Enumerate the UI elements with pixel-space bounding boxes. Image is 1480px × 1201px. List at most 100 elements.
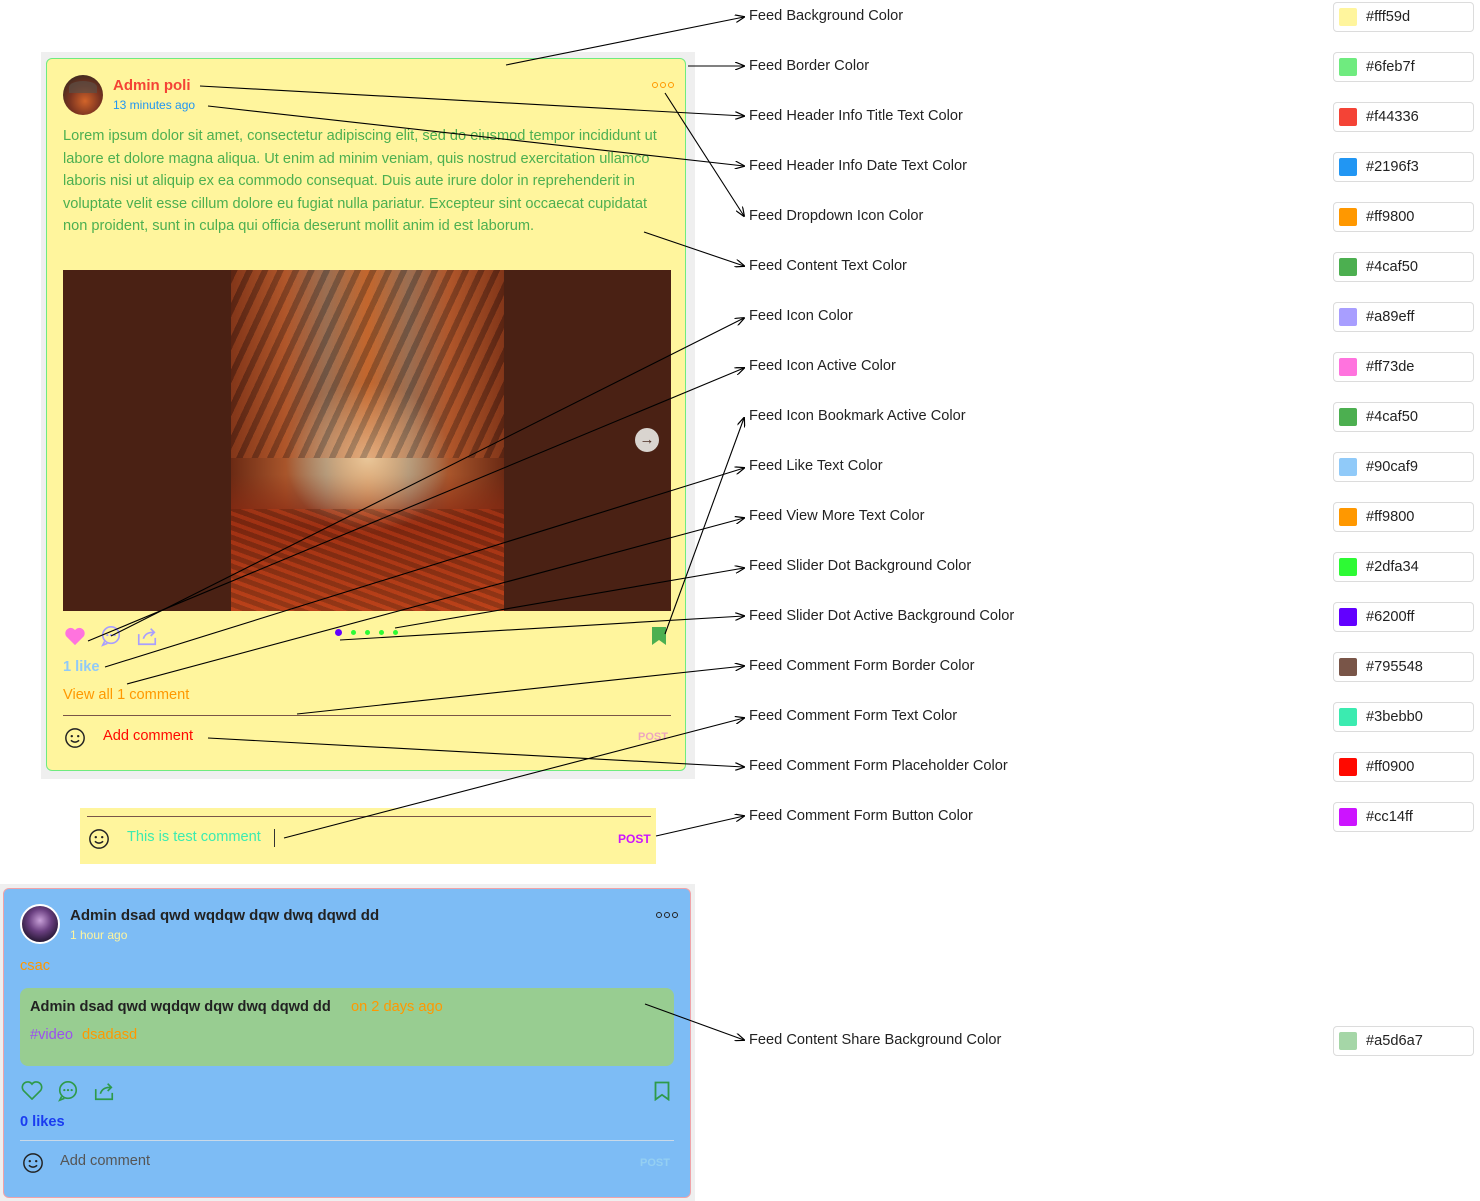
smile-icon[interactable] <box>22 1152 44 1174</box>
view-comments-link[interactable]: View all 1 comment <box>63 687 189 703</box>
avatar[interactable] <box>63 75 103 115</box>
color-swatch <box>1339 158 1357 176</box>
setting-label: Feed Icon Bookmark Active Color <box>749 408 966 424</box>
slider-dot[interactable] <box>351 630 356 635</box>
color-hex-value[interactable]: #3bebb0 <box>1366 709 1423 725</box>
shared-post-author[interactable]: Admin dsad qwd wqdqw dqw dwq dqwd dd <box>30 999 331 1015</box>
setting-label: Feed Comment Form Text Color <box>749 708 958 724</box>
like-count[interactable]: 1 like <box>63 659 100 675</box>
color-hex-value[interactable]: #795548 <box>1366 659 1423 675</box>
color-picker[interactable]: #6200ff <box>1333 602 1474 632</box>
color-picker[interactable]: #90caf9 <box>1333 452 1474 482</box>
smile-icon[interactable] <box>88 828 110 850</box>
feed-post-date: 1 hour ago <box>70 928 128 942</box>
slider-dot[interactable] <box>393 630 398 635</box>
color-hex-value[interactable]: #6200ff <box>1366 609 1414 625</box>
color-hex-value[interactable]: #2196f3 <box>1366 159 1419 175</box>
color-picker[interactable]: #795548 <box>1333 652 1474 682</box>
setting-label: Feed Content Text Color <box>749 258 907 274</box>
post-button[interactable]: POST <box>618 832 651 846</box>
heart-icon[interactable] <box>21 1080 43 1100</box>
color-hex-value[interactable]: #cc14ff <box>1366 809 1413 825</box>
feed-author-name[interactable]: Admin poli <box>113 77 191 94</box>
color-picker[interactable]: #2dfa34 <box>1333 552 1474 582</box>
setting-label: Feed Background Color <box>749 8 904 24</box>
setting-label: Feed Icon Color <box>749 308 853 324</box>
color-hex-value[interactable]: #ff9800 <box>1366 209 1414 225</box>
setting-label: Feed Border Color <box>749 58 870 74</box>
color-picker[interactable]: #3bebb0 <box>1333 702 1474 732</box>
comment-form-border <box>87 816 651 817</box>
color-picker[interactable]: #4caf50 <box>1333 252 1474 282</box>
feed-author-name[interactable]: Admin dsad qwd wqdqw dqw dwq dqwd dd <box>70 907 379 924</box>
color-picker[interactable]: #f44336 <box>1333 102 1474 132</box>
feed-image-slider[interactable] <box>63 270 671 611</box>
color-picker[interactable]: #6feb7f <box>1333 52 1474 82</box>
feed-image <box>231 270 504 611</box>
color-picker[interactable]: #ff9800 <box>1333 202 1474 232</box>
color-picker[interactable]: #a5d6a7 <box>1333 1026 1474 1056</box>
color-swatch <box>1339 1032 1357 1050</box>
color-picker[interactable]: #ff0900 <box>1333 752 1474 782</box>
setting-label: Feed Dropdown Icon Color <box>749 208 924 224</box>
heart-icon[interactable] <box>64 626 86 646</box>
bookmark-icon[interactable] <box>651 626 667 646</box>
color-swatch <box>1339 508 1357 526</box>
color-hex-value[interactable]: #ff73de <box>1366 359 1414 375</box>
slider-dot-active[interactable] <box>335 629 342 636</box>
comment-icon[interactable] <box>57 1080 79 1102</box>
color-picker[interactable]: #fff59d <box>1333 2 1474 32</box>
color-hex-value[interactable]: #2dfa34 <box>1366 559 1419 575</box>
color-swatch <box>1339 208 1357 226</box>
color-swatch <box>1339 708 1357 726</box>
setting-label: Feed Icon Active Color <box>749 358 896 374</box>
feed-content-text: csac <box>20 958 51 974</box>
color-picker[interactable]: #a89eff <box>1333 302 1474 332</box>
more-dots-icon[interactable] <box>656 912 678 918</box>
color-hex-value[interactable]: #4caf50 <box>1366 409 1418 425</box>
share-icon[interactable] <box>136 625 158 647</box>
post-button[interactable]: POST <box>640 1157 670 1169</box>
color-hex-value[interactable]: #ff0900 <box>1366 759 1414 775</box>
color-hex-value[interactable]: #fff59d <box>1366 9 1410 25</box>
slider-dot[interactable] <box>379 630 384 635</box>
slider-dot[interactable] <box>365 630 370 635</box>
shared-post-hashtag[interactable]: #video <box>30 1027 73 1043</box>
arrow-right-icon[interactable]: → <box>635 428 659 452</box>
avatar[interactable] <box>20 904 60 944</box>
color-swatch <box>1339 358 1357 376</box>
comment-input[interactable]: Add comment <box>103 728 193 744</box>
comment-form-border <box>20 1140 674 1141</box>
color-hex-value[interactable]: #a5d6a7 <box>1366 1033 1423 1049</box>
color-hex-value[interactable]: #6feb7f <box>1366 59 1415 75</box>
color-swatch <box>1339 108 1357 126</box>
comment-input[interactable]: Add comment <box>60 1153 150 1169</box>
color-swatch <box>1339 8 1357 26</box>
setting-label: Feed Like Text Color <box>749 458 883 474</box>
setting-label: Feed Slider Dot Active Background Color <box>749 608 1015 624</box>
color-hex-value[interactable]: #ff9800 <box>1366 509 1414 525</box>
shared-post-date: on 2 days ago <box>351 999 443 1015</box>
color-picker[interactable]: #cc14ff <box>1333 802 1474 832</box>
like-count[interactable]: 0 likes <box>20 1114 65 1130</box>
color-hex-value[interactable]: #f44336 <box>1366 109 1419 125</box>
color-picker[interactable]: #ff73de <box>1333 352 1474 382</box>
color-hex-value[interactable]: #90caf9 <box>1366 459 1418 475</box>
color-hex-value[interactable]: #a89eff <box>1366 309 1414 325</box>
bookmark-icon[interactable] <box>654 1081 670 1101</box>
feed-content-text: Lorem ipsum dolor sit amet, consectetur … <box>63 128 657 234</box>
color-picker[interactable]: #4caf50 <box>1333 402 1474 432</box>
setting-label: Feed View More Text Color <box>749 508 925 524</box>
more-dots-icon[interactable] <box>652 82 674 88</box>
color-picker[interactable]: #ff9800 <box>1333 502 1474 532</box>
comment-input[interactable]: This is test comment <box>127 829 261 845</box>
color-picker[interactable]: #2196f3 <box>1333 152 1474 182</box>
color-hex-value[interactable]: #4caf50 <box>1366 259 1418 275</box>
share-icon[interactable] <box>93 1080 115 1102</box>
setting-label: Feed Header Info Date Text Color <box>749 158 967 174</box>
color-swatch <box>1339 558 1357 576</box>
comment-icon[interactable] <box>100 625 122 647</box>
text-caret <box>274 829 275 847</box>
post-button[interactable]: POST <box>638 731 668 743</box>
smile-icon[interactable] <box>64 727 86 749</box>
